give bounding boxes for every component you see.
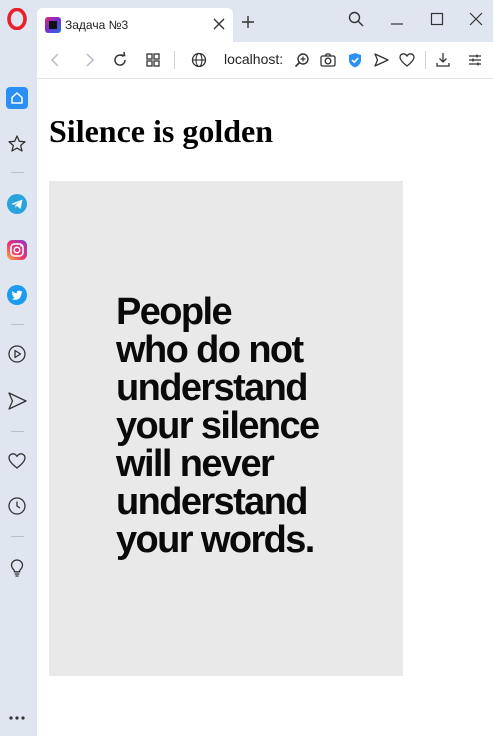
tab-active[interactable]: Задача №3 (37, 8, 233, 42)
sidebar-divider (11, 324, 24, 325)
send-icon[interactable] (372, 51, 390, 69)
quote-poster-image: People who do not understand your silence wi… (49, 181, 403, 676)
heart-icon[interactable] (398, 51, 416, 69)
minimize-icon[interactable] (388, 10, 406, 28)
tab-strip: Задача №3 (0, 0, 493, 42)
page-title: Silence is golden (49, 113, 274, 149)
sidebar-more-icon[interactable] (6, 707, 28, 729)
sidebar-heart-icon[interactable] (6, 450, 28, 472)
poster-quote-line: who do not (116, 329, 304, 371)
forward-icon[interactable] (80, 51, 98, 69)
tab-snapshot-grid-icon[interactable] (144, 51, 162, 69)
poster-quote-line: understand (116, 367, 309, 409)
poster-quote-line: People (116, 291, 233, 333)
sidebar-home-icon[interactable] (6, 87, 28, 109)
sidebar-divider (11, 172, 24, 173)
zoom-icon[interactable] (293, 51, 311, 69)
new-tab-icon[interactable] (240, 14, 256, 30)
sidebar-player-icon[interactable] (6, 343, 28, 365)
poster-quote-line: will never (116, 443, 275, 485)
sidebar-divider (11, 431, 24, 432)
sidebar-lightbulb-icon[interactable] (6, 557, 28, 579)
toolbar-divider (174, 51, 175, 69)
poster-quote-line: understand (116, 481, 309, 523)
tab-favicon-icon (45, 17, 61, 33)
page-content: Silence is golden People who do not unders… (37, 80, 493, 736)
url-field[interactable]: localhost: (224, 51, 283, 67)
sidebar-send-icon[interactable] (6, 390, 28, 412)
camera-icon[interactable] (319, 51, 337, 69)
back-icon[interactable] (47, 51, 65, 69)
sidebar-star-icon[interactable] (6, 133, 28, 155)
sidebar-twitter-icon[interactable] (6, 284, 28, 306)
poster-quote-text: People who do not understand your silence wi… (116, 291, 320, 561)
address-bar-row: localhost: (37, 42, 493, 79)
sidebar (0, 42, 37, 736)
sidebar-history-icon[interactable] (6, 495, 28, 517)
maximize-icon[interactable] (428, 10, 446, 28)
close-tab-icon[interactable] (211, 16, 227, 32)
toolbar-divider (425, 51, 426, 69)
globe-icon[interactable] (190, 51, 208, 69)
close-window-icon[interactable] (467, 10, 485, 28)
sidebar-telegram-icon[interactable] (6, 193, 28, 215)
opera-logo-icon[interactable] (7, 7, 27, 31)
search-tabs-icon[interactable] (347, 10, 365, 28)
sidebar-instagram-icon[interactable] (6, 239, 28, 261)
reload-icon[interactable] (111, 51, 129, 69)
sidebar-divider (11, 536, 24, 537)
shield-check-icon[interactable] (346, 51, 364, 69)
poster-quote-line: your words. (116, 519, 315, 561)
easy-setup-icon[interactable] (466, 51, 484, 69)
poster-quote-line: your silence (116, 405, 320, 447)
download-icon[interactable] (434, 51, 452, 69)
tab-title: Задача №3 (65, 18, 129, 32)
